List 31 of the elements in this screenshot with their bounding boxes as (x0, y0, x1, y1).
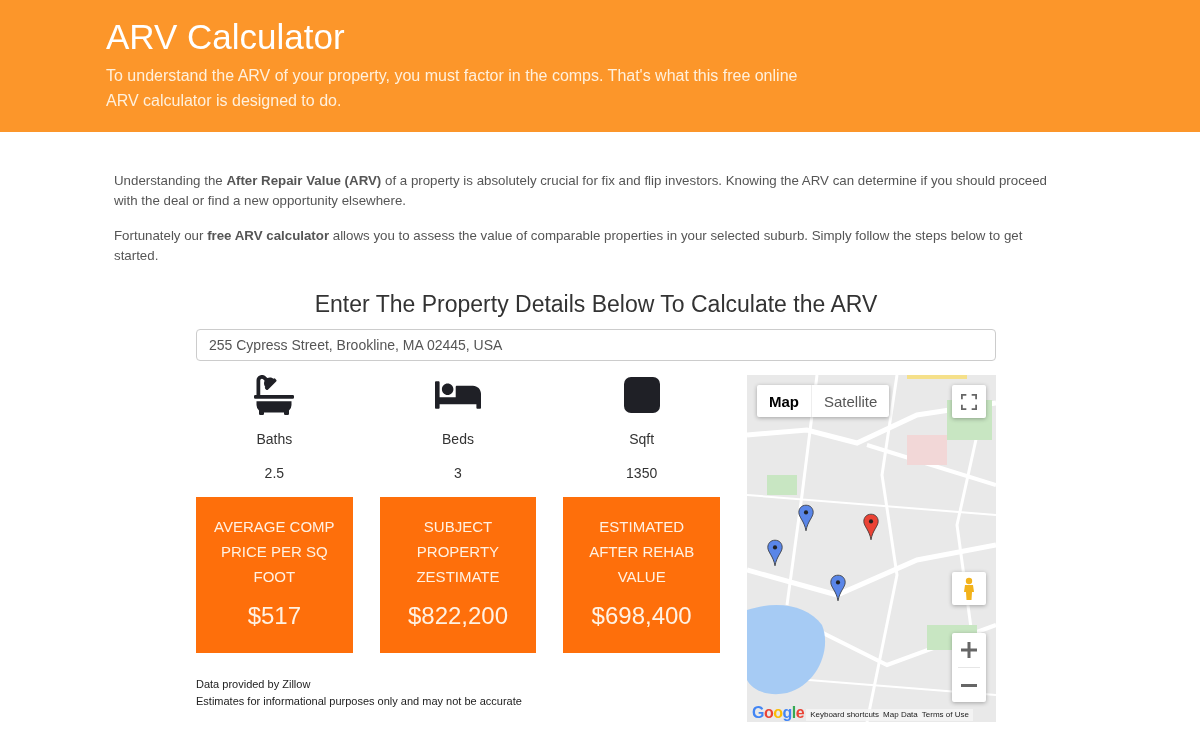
page-subtitle: To understand the ARV of your property, you must factor in the comps. That's what this free online ARV calculator is designed to do. (106, 66, 799, 111)
fullscreen-icon (961, 393, 977, 410)
map-footer-link[interactable]: Map Data (881, 709, 920, 721)
intro-paragraph: Understanding the After Repair Value (ARV) of a property is absolutely crucial for fix and flip investors. Knowing the ARV can determine if you should proceed with the deal or find a new opportunity elsewhere. (114, 172, 1048, 210)
intro-paragraph: Fortunately our free ARV calculator allows you to assess the value of comparable properties in your selected suburb. Simply follow the steps below to get started. (114, 227, 1024, 265)
result-value: $517 (247, 601, 301, 631)
map-footer-link[interactable]: Terms of Use (919, 709, 971, 721)
result-label: ESTIMATED AFTER REHAB VALUE (588, 517, 696, 587)
stat-label: Beds (442, 430, 474, 448)
stat-value: 3 (454, 464, 462, 482)
map-type-tab[interactable]: Satellite (811, 385, 890, 417)
result-label: SUBJECT PROPERTY ZESTIMATE (415, 517, 501, 587)
map-logo: Google (752, 705, 805, 721)
square-icon (623, 377, 660, 413)
map-footer-link[interactable]: Keyboard shortcuts (808, 709, 882, 721)
stat-value: 2.5 (264, 464, 285, 482)
stat-value: 1350 (626, 464, 658, 482)
result-value: $698,400 (591, 601, 692, 631)
minus-icon (961, 683, 977, 687)
stat-label: Baths (256, 430, 293, 448)
result-value: $822,200 (407, 601, 509, 631)
disclaimer-text: Data provided by Zillow (196, 677, 312, 692)
page-title: ARV Calculator (106, 16, 346, 58)
map-type-tab[interactable]: Map (757, 385, 811, 417)
address-field[interactable]: 255 Cypress Street, Brookline, MA 02445, USA (196, 329, 996, 361)
stat-label: Sqft (629, 430, 655, 448)
bathtub-icon (254, 375, 295, 415)
result-label: AVERAGE COMP PRICE PER SQ FOOT (213, 517, 336, 587)
fullscreen-button[interactable] (952, 385, 986, 418)
disclaimer-text: Estimates for informational purposes only and may not be accurate (196, 694, 523, 709)
calculator-heading: Enter The Property Details Below To Calculate the ARV (313, 290, 879, 318)
